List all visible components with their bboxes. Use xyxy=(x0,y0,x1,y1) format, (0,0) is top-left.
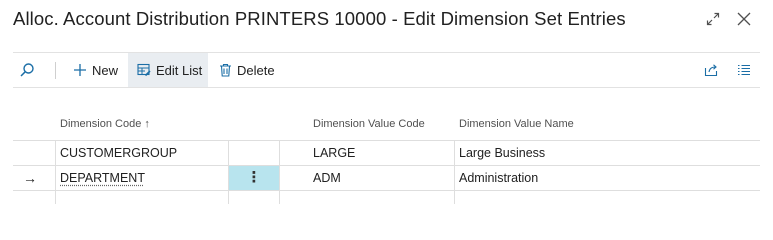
close-button[interactable] xyxy=(736,11,754,29)
dimension-value-name-cell[interactable]: Large Business xyxy=(459,141,759,165)
share-icon xyxy=(704,64,718,77)
column-header-dimension-value-code[interactable]: Dimension Value Code xyxy=(313,118,425,130)
edit-list-button[interactable]: Edit List xyxy=(128,53,208,87)
dimension-code-cell[interactable]: CUSTOMERGROUP xyxy=(60,141,228,165)
expand-icon xyxy=(706,12,720,26)
table-row-current[interactable]: → DEPARTMENT ⋮ ADM Administration xyxy=(13,165,760,190)
dimension-value-code-cell[interactable]: LARGE xyxy=(313,141,453,165)
edit-list-button-label: Edit List xyxy=(156,62,203,78)
list-view-icon xyxy=(738,64,750,76)
action-bar: New Edit List Delete xyxy=(13,52,760,88)
column-divider xyxy=(55,166,56,190)
column-divider xyxy=(279,141,280,165)
dimension-code-cell[interactable]: DEPARTMENT xyxy=(60,166,228,190)
current-row-arrow-icon: → xyxy=(23,170,37,186)
dimension-code-link[interactable]: DEPARTMENT xyxy=(60,171,145,185)
dimension-set-entries-table: CUSTOMERGROUP LARGE Large Business → DEP… xyxy=(13,140,760,204)
search-icon xyxy=(20,63,34,77)
dimension-value-name-cell[interactable]: Administration xyxy=(459,166,759,190)
column-divider xyxy=(55,141,56,165)
column-divider xyxy=(454,191,455,204)
column-divider xyxy=(454,166,455,190)
page-title: Alloc. Account Distribution PRINTERS 100… xyxy=(13,8,626,29)
column-header-label: Dimension Value Name xyxy=(459,118,574,130)
search-button[interactable] xyxy=(19,53,41,87)
column-header-dimension-value-name[interactable]: Dimension Value Name xyxy=(459,118,574,130)
new-button[interactable]: New xyxy=(73,53,122,87)
delete-button[interactable]: Delete xyxy=(219,53,275,87)
new-button-label: New xyxy=(92,62,119,78)
table-row[interactable]: CUSTOMERGROUP LARGE Large Business xyxy=(13,140,760,165)
list-view-button[interactable] xyxy=(737,53,751,87)
column-divider xyxy=(279,191,280,204)
toolbar-divider xyxy=(55,62,56,79)
table-row-empty[interactable] xyxy=(13,190,760,204)
column-divider xyxy=(454,141,455,165)
trash-icon xyxy=(220,63,231,77)
row-actions-menu-button[interactable]: ⋮ xyxy=(229,166,279,190)
column-header-dimension-code[interactable]: Dimension Code ↑ xyxy=(60,118,150,130)
edit-list-icon xyxy=(137,63,151,77)
column-divider xyxy=(228,141,229,165)
column-header-label: Dimension Code xyxy=(60,118,142,130)
sort-ascending-icon: ↑ xyxy=(144,118,150,130)
column-divider xyxy=(55,191,56,204)
column-divider xyxy=(228,166,229,190)
column-header-label: Dimension Value Code xyxy=(313,118,425,130)
column-divider xyxy=(228,191,229,204)
dimension-value-code-cell[interactable]: ADM xyxy=(313,166,453,190)
plus-icon xyxy=(74,64,86,76)
share-button[interactable] xyxy=(704,53,719,87)
column-divider xyxy=(279,166,280,190)
expand-button[interactable] xyxy=(705,11,723,29)
delete-button-label: Delete xyxy=(237,62,275,78)
close-icon xyxy=(737,12,751,26)
